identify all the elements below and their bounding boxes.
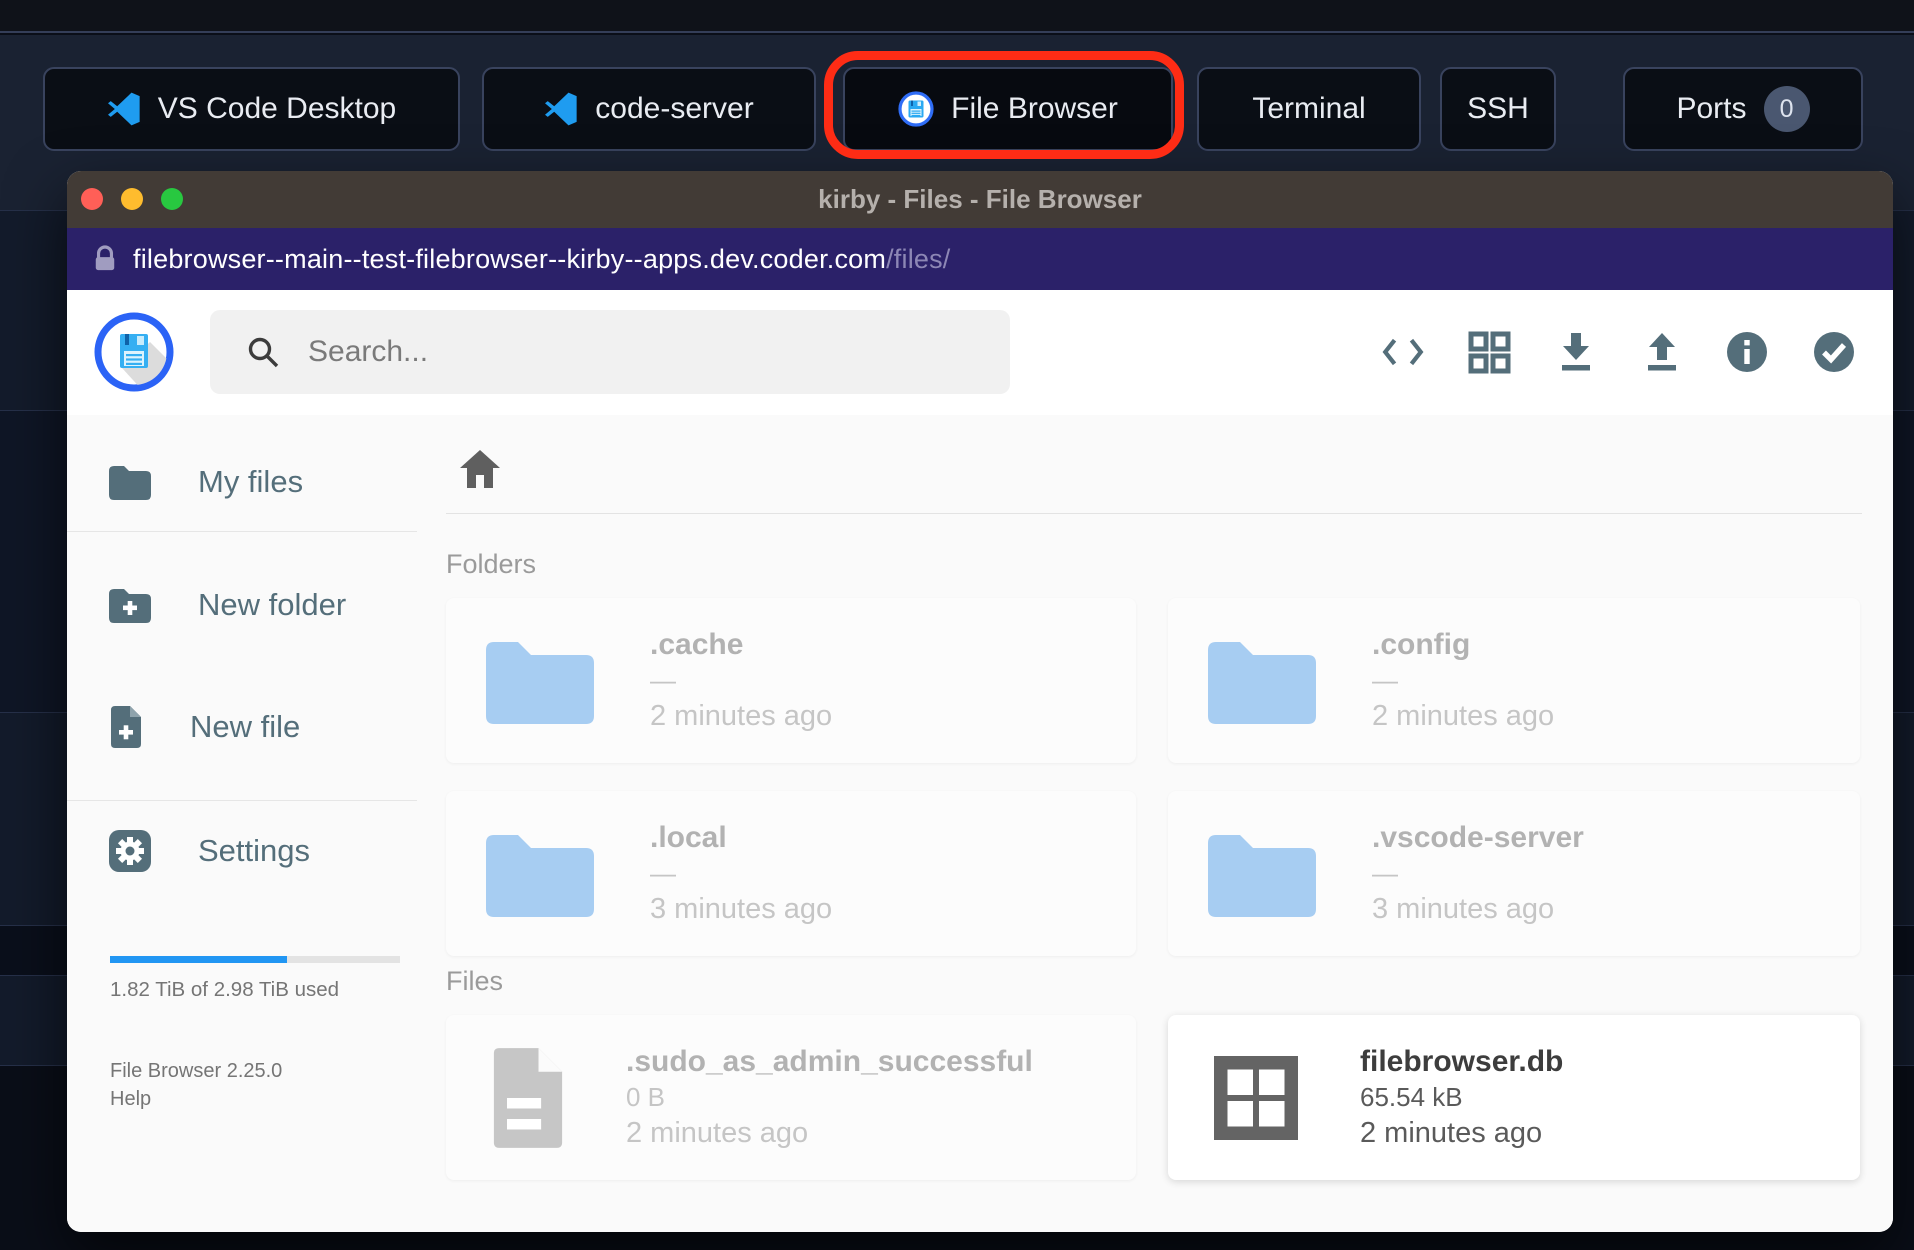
item-name: .vscode-server [1372,820,1584,854]
sidebar-item-my-files[interactable]: My files [107,455,303,509]
new-folder-icon [109,589,151,623]
search-input[interactable] [280,310,1010,394]
maximize-window-button[interactable] [161,188,183,210]
item-modified: 2 minutes ago [650,699,833,732]
address-bar[interactable]: filebrowser--main--test-filebrowser--kir… [67,228,1893,290]
item-size: — [650,664,676,695]
minimize-window-button[interactable] [121,188,143,210]
terminal-button[interactable]: Terminal [1197,67,1421,151]
home-breadcrumb-icon[interactable] [458,447,502,491]
folder-icon [109,466,151,500]
item-name: filebrowser.db [1360,1044,1564,1078]
lock-icon [95,245,115,271]
search-bar [210,310,1010,394]
folder-card-vscode-server[interactable]: .vscode-server — 3 minutes ago [1168,791,1860,956]
file-icon [493,1047,563,1148]
vscode-desktop-button[interactable]: VS Code Desktop [43,67,460,151]
desktop-top-strip [0,0,1914,33]
storage-usage-fill [110,956,287,963]
database-file-icon [1214,1055,1298,1140]
ports-count-badge: 0 [1763,86,1810,132]
button-label: SSH [1467,92,1529,125]
button-label: code-server [595,92,754,125]
url-host: filebrowser--main--test-filebrowser--kir… [133,243,887,274]
folder-icon [486,834,594,917]
item-name: .config [1372,627,1471,661]
item-modified: 2 minutes ago [1372,699,1555,732]
folder-icon [1208,834,1316,917]
item-modified: 2 minutes ago [1360,1116,1543,1149]
filebrowser-content: My files New folder New file Settings 1.… [67,415,1893,1232]
section-title-files: Files [446,966,504,996]
file-browser-button[interactable]: File Browser [843,67,1173,151]
vscode-icon [545,92,577,126]
upload-icon[interactable] [1640,330,1684,374]
close-window-button[interactable] [81,188,103,210]
filebrowser-toolbar [67,290,1893,415]
sidebar-item-new-file[interactable]: New file [107,700,300,754]
settings-gear-icon [109,830,151,872]
app-version: File Browser 2.25.0 [110,1060,283,1082]
item-modified: 2 minutes ago [626,1116,809,1149]
search-icon [248,337,279,368]
item-info: filebrowser.db 65.54 kB 2 minutes ago [1360,1045,1563,1151]
item-name: .cache [650,627,744,661]
help-link[interactable]: Help [110,1088,151,1111]
storage-usage-bar [110,956,400,963]
item-info: .sudo_as_admin_successful 0 B 2 minutes … [626,1045,1033,1151]
folder-card-local[interactable]: .local — 3 minutes ago [446,791,1136,956]
url-path: /files/ [886,243,951,274]
item-modified: 3 minutes ago [650,892,833,925]
item-info: .vscode-server — 3 minutes ago [1372,821,1584,927]
item-size: — [1372,664,1398,695]
storage-usage-label: 1.82 TiB of 2.98 TiB used [110,978,340,1001]
select-icon[interactable] [1812,330,1856,374]
section-title-folders: Folders [446,549,537,579]
sidebar-item-label: My files [198,464,304,499]
sidebar-divider [67,800,417,801]
item-size: 65.54 kB [1360,1081,1463,1112]
folder-icon [1208,641,1316,724]
filebrowser-logo[interactable] [94,312,174,392]
url-text: filebrowser--main--test-filebrowser--kir… [133,244,951,275]
new-file-icon [111,706,141,748]
folder-card-cache[interactable]: .cache — 2 minutes ago [446,598,1136,763]
browser-window: kirby - Files - File Browser filebrowser… [67,171,1893,1232]
code-server-button[interactable]: code-server [482,67,816,151]
vscode-icon [107,92,140,126]
file-card-sudo-as-admin[interactable]: .sudo_as_admin_successful 0 B 2 minutes … [446,1015,1136,1180]
item-size: — [650,857,676,888]
grid-view-icon[interactable] [1467,330,1511,374]
folder-icon [486,641,594,724]
window-titlebar: kirby - Files - File Browser [67,171,1893,228]
sidebar-item-new-folder[interactable]: New folder [107,578,346,632]
sidebar-divider [67,531,417,532]
item-size: — [1372,857,1398,888]
file-card-filebrowser-db[interactable]: filebrowser.db 65.54 kB 2 minutes ago [1168,1015,1860,1180]
sidebar-item-label: New folder [198,587,347,622]
button-label: Terminal [1252,92,1366,125]
breadcrumb-divider [446,513,1862,514]
item-info: .cache — 2 minutes ago [650,628,832,734]
window-title: kirby - Files - File Browser [818,184,1142,214]
item-modified: 3 minutes ago [1372,892,1555,925]
sidebar-item-label: New file [190,709,301,744]
button-label: VS Code Desktop [157,92,397,125]
button-label: Ports [1676,92,1747,125]
item-info: .config — 2 minutes ago [1372,628,1554,734]
item-name: .local [650,820,727,854]
item-name: .sudo_as_admin_successful [626,1044,1033,1078]
item-size: 0 B [626,1081,666,1112]
sidebar-item-settings[interactable]: Settings [107,824,310,878]
info-icon[interactable] [1725,330,1769,374]
ports-button[interactable]: Ports 0 [1623,67,1863,151]
item-info: .local — 3 minutes ago [650,821,832,927]
download-icon[interactable] [1554,330,1598,374]
sidebar-item-label: Settings [198,833,311,868]
filebrowser-icon [898,91,934,127]
ssh-button[interactable]: SSH [1440,67,1556,151]
button-label: File Browser [951,92,1118,125]
folder-card-config[interactable]: .config — 2 minutes ago [1168,598,1860,763]
code-icon[interactable] [1381,330,1425,374]
